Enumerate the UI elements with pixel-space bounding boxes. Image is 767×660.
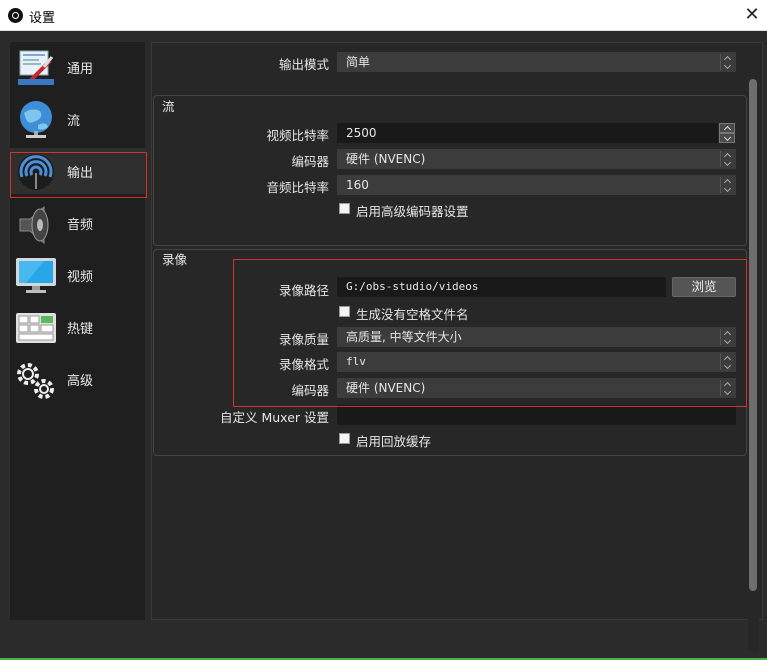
settings-sidebar: 通用 流 输出 音频 视频 热键 高级 — [10, 42, 145, 620]
general-icon — [18, 50, 54, 85]
chevron-updown-icon — [720, 151, 734, 167]
chevron-updown-icon — [720, 54, 734, 70]
sidebar-item-label: 热键 — [67, 322, 94, 337]
sidebar-item-label: 视频 — [67, 270, 94, 285]
audio-bitrate-select[interactable]: 160 — [337, 175, 736, 195]
stream-encoder-label: 编码器 — [291, 154, 329, 169]
advanced-encoder-checkbox[interactable] — [339, 203, 350, 214]
scrollbar-thumb[interactable] — [749, 79, 757, 591]
video-bitrate-spinner[interactable] — [719, 123, 735, 143]
obs-logo-icon — [8, 8, 23, 23]
sidebar-item-advanced[interactable]: 高级 — [10, 356, 145, 402]
title-bar: 设置 ✕ — [0, 0, 767, 31]
video-bitrate-value: 2500 — [346, 126, 377, 140]
highlight-box-output — [10, 152, 147, 198]
recording-group-title: 录像 — [162, 252, 188, 267]
gears-icon — [17, 363, 54, 399]
replay-buffer-label: 启用回放缓存 — [356, 434, 432, 449]
hotkeys-icon — [16, 313, 56, 343]
stream-encoder-select[interactable]: 硬件 (NVENC) — [337, 149, 736, 169]
chevron-updown-icon — [720, 177, 734, 193]
spin-down-icon[interactable] — [719, 133, 735, 143]
output-mode-select[interactable]: 简单 — [337, 52, 736, 72]
audio-icon — [19, 205, 49, 245]
advanced-encoder-label: 启用高级编码器设置 — [356, 204, 469, 219]
custom-muxer-label: 自定义 Muxer 设置 — [220, 410, 329, 425]
window-title: 设置 — [29, 11, 56, 26]
sidebar-item-stream[interactable]: 流 — [10, 96, 145, 142]
audio-bitrate-value: 160 — [346, 178, 369, 192]
sidebar-item-audio[interactable]: 音频 — [10, 200, 145, 246]
sidebar-item-hotkeys[interactable]: 热键 — [10, 304, 145, 350]
stream-icon — [20, 101, 52, 138]
output-mode-value: 简单 — [346, 55, 371, 69]
close-button[interactable]: ✕ — [737, 0, 767, 31]
video-icon — [16, 258, 56, 293]
spin-up-icon[interactable] — [719, 123, 735, 133]
highlight-box-recording — [233, 259, 747, 407]
stream-encoder-value: 硬件 (NVENC) — [346, 152, 426, 166]
vertical-scrollbar[interactable] — [748, 73, 759, 651]
sidebar-item-label: 高级 — [67, 374, 94, 389]
sidebar-item-general[interactable]: 通用 — [10, 44, 145, 90]
audio-bitrate-label: 音频比特率 — [266, 180, 329, 195]
streaming-group-title: 流 — [162, 99, 175, 114]
streaming-group — [153, 95, 747, 246]
video-bitrate-input[interactable]: 2500 — [337, 123, 718, 143]
video-bitrate-label: 视频比特率 — [266, 128, 329, 143]
sidebar-item-video[interactable]: 视频 — [10, 252, 145, 298]
sidebar-item-label: 流 — [67, 114, 81, 129]
replay-buffer-checkbox[interactable] — [339, 433, 350, 444]
output-mode-label: 输出模式 — [278, 57, 329, 72]
custom-muxer-input[interactable] — [337, 405, 736, 425]
settings-body: 通用 流 输出 音频 视频 热键 高级 输出模式 简单 流 视频比特率 2500… — [0, 31, 767, 660]
sidebar-item-label: 通用 — [67, 62, 94, 77]
sidebar-item-label: 音频 — [67, 218, 94, 233]
